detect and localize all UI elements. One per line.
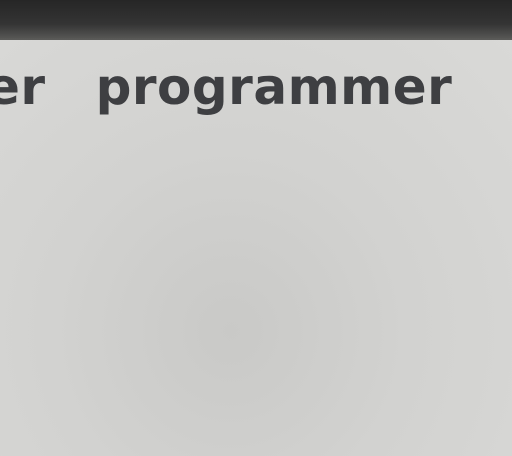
- heading-word-left: er: [0, 58, 46, 116]
- heading-text: er programmer: [0, 62, 452, 112]
- heading-word-right: programmer: [95, 58, 453, 116]
- top-dark-band: [0, 0, 512, 44]
